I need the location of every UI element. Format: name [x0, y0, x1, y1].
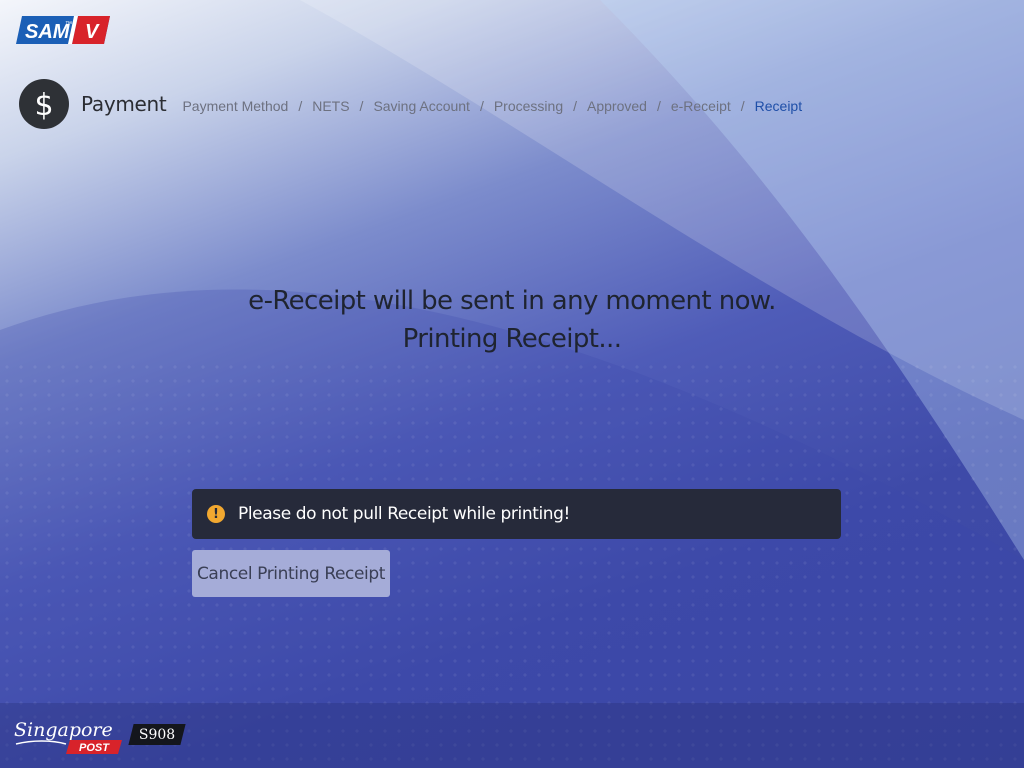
breadcrumb-separator: / [656, 98, 661, 114]
post-text: POST [79, 742, 110, 754]
breadcrumb-separator: / [359, 98, 364, 114]
svg-text:$: $ [34, 88, 53, 121]
dollar-icon: $ [19, 79, 69, 129]
header: $ Payment Payment Method / NETS / Saving… [19, 79, 802, 129]
status-message-line-1: e-Receipt will be sent in any moment now… [248, 286, 776, 316]
breadcrumb-item-processing: Processing [493, 98, 564, 114]
breadcrumb-item-saving-account: Saving Account [373, 98, 470, 114]
breadcrumb-separator: / [740, 98, 745, 114]
breadcrumb-separator: / [573, 98, 577, 114]
kiosk-id-text: S908 [138, 726, 176, 743]
breadcrumb-separator: / [479, 98, 484, 114]
exclamation-icon: ! [207, 505, 225, 523]
page-title: Payment [81, 92, 167, 116]
logo-v: V [85, 21, 100, 43]
status-message-line-2: Printing Receipt... [402, 324, 622, 354]
logo-text: SAM [25, 21, 71, 43]
cancel-printing-receipt-button[interactable]: Cancel Printing Receipt [192, 550, 390, 597]
breadcrumb-item-nets: NETS [312, 98, 350, 114]
breadcrumb-item-payment-method: Payment Method [182, 98, 289, 114]
logo-sup: ™ [65, 21, 72, 28]
breadcrumb-item-e-receipt: e-Receipt [670, 98, 731, 114]
breadcrumb-separator: / [298, 98, 303, 114]
warning-banner: ! Please do not pull Receipt while print… [192, 489, 841, 539]
breadcrumb: Payment Method / NETS / Saving Account /… [182, 94, 802, 114]
singapore-post-logo: Singapore POST [12, 714, 126, 756]
sam-logo: SAM ™ V [16, 14, 110, 46]
kiosk-id-badge: S908 [128, 724, 186, 745]
breadcrumb-item-approved: Approved [587, 98, 647, 114]
status-message: e-Receipt will be sent in any moment now… [0, 282, 1024, 358]
warning-text: Please do not pull Receipt while printin… [238, 504, 570, 524]
breadcrumb-item-receipt: Receipt [754, 98, 803, 114]
singapore-script-text: Singapore [14, 719, 113, 741]
